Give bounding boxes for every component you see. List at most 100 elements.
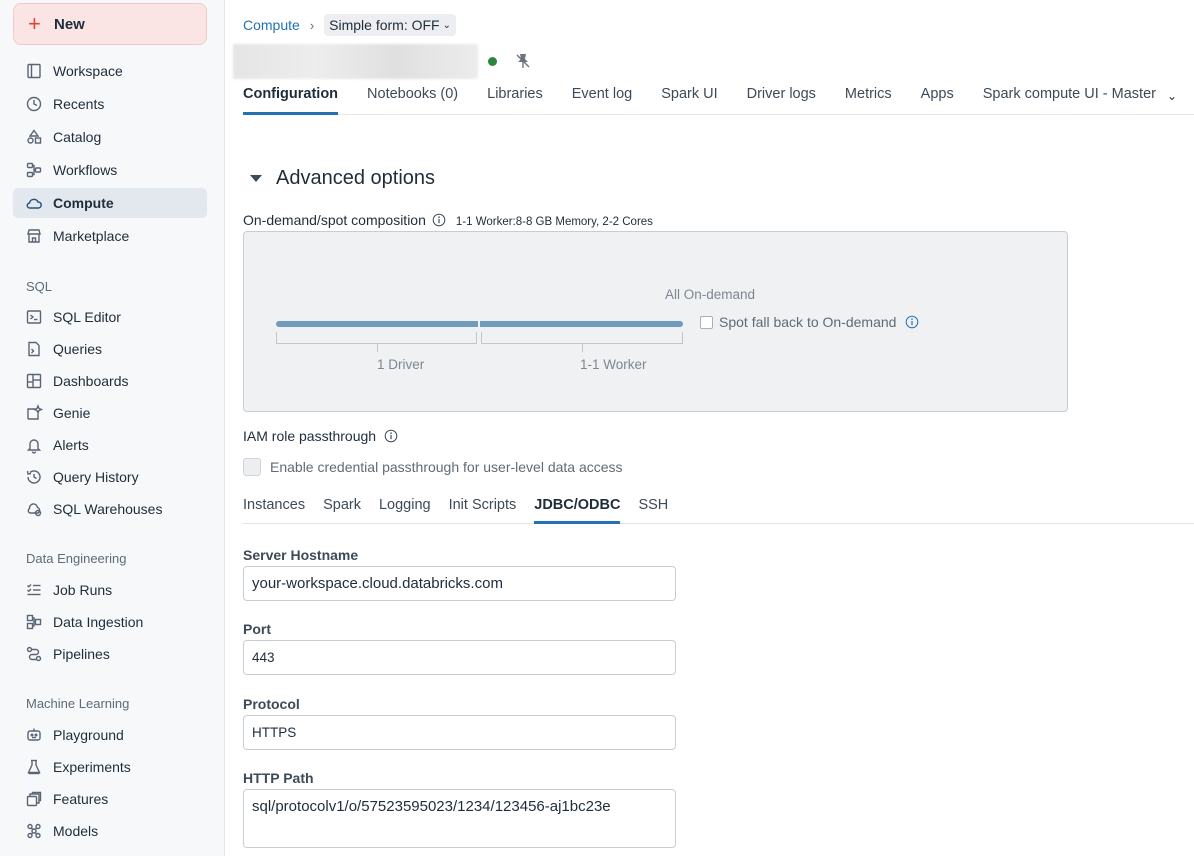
models-icon [25,822,43,840]
sidebar-item-label: Catalog [53,129,102,145]
sidebar-item-label: Marketplace [53,228,130,244]
subtab-jdbc-odbc[interactable]: JDBC/ODBC [534,497,621,524]
spot-fallback-label: Spot fall back to On-demand [719,314,897,330]
tab-event-log[interactable]: Event log [572,86,632,114]
worker-bracket [481,332,683,352]
new-button[interactable]: + New [13,3,207,45]
query-icon [25,340,43,358]
sidebar-item-workflows[interactable]: Workflows [13,155,207,185]
dashboard-icon [25,372,43,390]
hostname-label: Server Hostname [243,547,359,563]
worker-bar [480,321,683,327]
driver-bar [276,321,478,327]
bell-icon [25,436,43,454]
sidebar-item-compute[interactable]: Compute [13,188,207,218]
compute-tabs: Configuration Notebooks (0) Libraries Event… [243,86,1194,115]
hostname-field[interactable]: your-workspace.cloud.databricks.com [243,566,676,601]
tab-apps[interactable]: Apps [921,86,954,114]
sidebar-item-data-ingestion[interactable]: Data Ingestion [13,607,207,637]
workflows-icon [25,161,43,179]
tab-configuration[interactable]: Configuration [243,86,339,115]
sidebar-item-label: Data Ingestion [53,614,144,630]
breadcrumb-compute-link[interactable]: Compute [243,17,300,33]
history-icon [25,468,43,486]
tab-spark-ui[interactable]: Spark UI [661,86,717,114]
sidebar-item-models[interactable]: Models [13,816,207,846]
iam-passthrough-row: IAM role passthrough [243,428,398,444]
driver-label: 1 Driver [377,357,425,372]
sidebar-item-catalog[interactable]: Catalog [13,122,207,152]
sidebar-item-job-runs[interactable]: Job Runs [13,575,207,605]
port-field[interactable]: 443 [243,640,676,675]
spot-fallback-row: Spot fall back to On-demand [700,314,919,330]
sidebar-item-genie[interactable]: Genie [13,398,207,428]
chevron-down-icon: ⌄ [442,19,452,31]
composition-label: On-demand/spot composition [243,212,426,228]
sidebar-item-features[interactable]: Features [13,784,207,814]
sidebar-item-label: Playground [53,727,124,743]
simple-form-label: Simple form: OFF [329,17,440,33]
subtab-init-scripts[interactable]: Init Scripts [449,497,517,523]
breadcrumb: Compute › Simple form: OFF ⌄ [243,14,457,36]
subtab-ssh[interactable]: SSH [638,497,668,523]
worker-label: 1-1 Worker [580,357,647,372]
sidebar-item-sql-warehouses[interactable]: SQL Warehouses [13,494,207,524]
sidebar-item-playground[interactable]: Playground [13,720,207,750]
sidebar-item-label: Workspace [53,63,123,79]
http-path-label: HTTP Path [243,770,314,786]
http-path-field[interactable]: sql/protocolv1/o/57523595023/1234/123456… [243,789,676,848]
clock-icon [25,95,43,113]
advanced-options-toggle[interactable]: Advanced options [250,167,435,190]
tab-notebooks-0[interactable]: Notebooks (0) [367,86,458,114]
sidebar-item-alerts[interactable]: Alerts [13,430,207,460]
simple-form-toggle[interactable]: Simple form: OFF ⌄ [324,14,457,36]
tab-libraries[interactable]: Libraries [487,86,543,114]
tab-driver-logs[interactable]: Driver logs [747,86,816,114]
tabs-more-chevron-icon[interactable]: ⌄ [1167,89,1177,103]
sidebar-item-label: Queries [53,341,103,357]
spot-fallback-checkbox[interactable] [700,315,713,329]
credential-passthrough-checkbox[interactable] [243,458,261,476]
info-icon[interactable] [432,213,446,227]
protocol-label: Protocol [243,696,300,712]
sidebar-item-queries[interactable]: Queries [13,334,207,364]
pin-icon[interactable] [514,52,532,70]
sidebar-item-dashboards[interactable]: Dashboards [13,366,207,396]
sidebar-item-marketplace[interactable]: Marketplace [13,221,207,251]
subtab-instances[interactable]: Instances [243,497,305,523]
subtab-spark[interactable]: Spark [323,497,361,523]
sidebar-item-query-history[interactable]: Query History [13,462,207,492]
pipeline-icon [25,645,43,663]
sidebar: + New Workspace Recents Catalog Workflows Co… [0,0,225,856]
status-indicator [488,57,497,66]
warehouse-icon [25,500,43,518]
sidebar-item-pipelines[interactable]: Pipelines [13,639,207,669]
main-content: Compute › Simple form: OFF ⌄ Configurati… [226,0,1194,856]
sidebar-item-label: Recents [53,96,105,112]
driver-bracket [276,332,477,352]
composition-summary: 1-1 Worker:8-8 GB Memory, 2-2 Cores [455,216,653,228]
tab-spark-compute-ui-master[interactable]: Spark compute UI - Master [983,86,1156,114]
sidebar-item-label: Alerts [53,437,89,453]
sidebar-item-recents[interactable]: Recents [13,89,207,119]
plus-icon: + [28,11,41,36]
caret-down-icon [250,175,262,182]
subtab-logging[interactable]: Logging [379,497,431,523]
credential-passthrough-row: Enable credential passthrough for user-l… [243,458,623,476]
sidebar-item-experiments[interactable]: Experiments [13,752,207,782]
composition-panel: All On-demand 1 Driver 1-1 Worker Spot f… [243,231,1068,412]
protocol-field[interactable]: HTTPS [243,715,676,750]
terminal-icon [25,308,43,326]
sidebar-item-label: Models [53,823,99,839]
sidebar-item-workspace[interactable]: Workspace [13,56,207,86]
sidebar-item-label: Query History [53,469,139,485]
cluster-name-redacted [233,44,478,79]
tab-metrics[interactable]: Metrics [845,86,892,114]
sidebar-item-sql-editor[interactable]: SQL Editor [13,302,207,332]
info-icon[interactable] [905,315,919,329]
ingestion-icon [25,613,43,631]
advanced-options-title: Advanced options [276,167,436,189]
sidebar-item-label: Dashboards [53,373,129,389]
info-icon[interactable] [384,429,398,443]
sidebar-item-label: Genie [53,405,91,421]
